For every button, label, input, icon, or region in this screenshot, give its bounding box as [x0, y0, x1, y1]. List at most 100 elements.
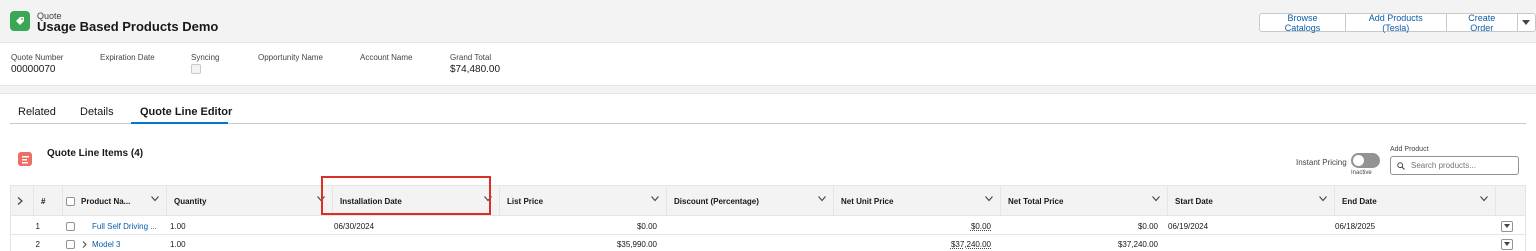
search-icon — [1397, 162, 1405, 170]
column-header-list-price[interactable]: List Price — [500, 186, 667, 216]
column-header-end-date-label: End Date — [1342, 196, 1377, 206]
quote-lines-grid: # Product Na... Quantity Installation Da… — [10, 185, 1526, 251]
quote-lines-icon — [18, 152, 32, 166]
column-header-quantity-label: Quantity — [174, 196, 207, 206]
row-actions-button[interactable] — [1501, 221, 1513, 232]
add-products-tesla-button[interactable]: Add Products (Tesla) — [1344, 13, 1447, 33]
record-tabs: Related Details Quote Line Editor — [10, 94, 1526, 124]
row-net-unit-price[interactable]: $37,240.00 — [834, 235, 991, 251]
column-header-net-total-price-label: Net Total Price — [1008, 196, 1064, 206]
row-number: 2 — [35, 239, 40, 249]
quote-icon — [10, 11, 30, 31]
chevron-down-icon[interactable] — [818, 196, 826, 202]
column-header-start-date[interactable]: Start Date — [1168, 186, 1335, 216]
row-select-cell — [66, 217, 77, 235]
row-select-checkbox[interactable] — [66, 221, 75, 231]
field-label-account-name: Account Name — [360, 53, 413, 62]
record-header: Quote Usage Based Products Demo Browse C… — [0, 0, 1536, 86]
row-net-total-price: $37,240.00 — [1117, 239, 1158, 249]
chevron-down-icon[interactable] — [151, 196, 159, 202]
row-expand-toggle[interactable] — [82, 235, 90, 251]
tab-quote-line-editor[interactable]: Quote Line Editor — [140, 106, 232, 118]
browse-catalogs-button[interactable]: Browse Catalogs — [1259, 13, 1346, 33]
instant-pricing-toggle[interactable] — [1351, 153, 1380, 168]
row-select-checkbox[interactable] — [66, 239, 75, 249]
chevron-right-icon — [82, 240, 87, 248]
row-list-price: $0.00 — [636, 221, 657, 231]
field-label-opportunity-name: Opportunity Name — [258, 53, 323, 62]
table-row: 2 Model 3 1.00 $35,990.00 $37,240.00 $37… — [11, 235, 1525, 251]
column-header-net-unit-price[interactable]: Net Unit Price — [834, 186, 1001, 216]
row-actions-button[interactable] — [1501, 239, 1513, 250]
row-quantity[interactable]: 1.00 — [170, 217, 330, 235]
row-quantity[interactable]: 1.00 — [170, 235, 330, 251]
chevron-down-icon[interactable] — [1480, 196, 1488, 202]
tab-details[interactable]: Details — [80, 106, 114, 118]
column-header-installation-date[interactable]: Installation Date — [333, 186, 500, 216]
column-header-start-date-label: Start Date — [1175, 196, 1213, 206]
row-list-price: $35,990.00 — [616, 239, 657, 249]
toggle-knob — [1353, 155, 1364, 166]
field-label-expiration-date: Expiration Date — [100, 53, 155, 62]
instant-pricing-label: Instant Pricing — [1296, 158, 1347, 167]
instant-pricing-state: Inactive — [1351, 170, 1372, 176]
field-value-grand-total: $74,480.00 — [450, 64, 501, 75]
row-installation-date[interactable] — [334, 235, 494, 251]
row-net-total-price: $0.00 — [1137, 221, 1158, 231]
expand-all-column[interactable] — [11, 186, 34, 216]
header-action-group: Browse Catalogs Add Products (Tesla) Cre… — [1259, 13, 1536, 33]
column-header-list-price-label: List Price — [507, 196, 544, 206]
chevron-down-icon — [1504, 224, 1510, 228]
chevron-down-icon[interactable] — [317, 196, 325, 202]
field-label-quote-number: Quote Number — [11, 53, 64, 62]
row-net-unit-price[interactable]: $0.00 — [834, 217, 991, 235]
column-header-quantity[interactable]: Quantity — [167, 186, 333, 216]
field-value-quote-number: 00000070 — [11, 64, 56, 75]
column-header-discount[interactable]: Discount (Percentage) — [667, 186, 834, 216]
column-header-discount-label: Discount (Percentage) — [674, 196, 759, 206]
row-end-date[interactable] — [1335, 235, 1495, 251]
column-header-product-name-label: Product Na... — [81, 196, 131, 206]
column-header-net-unit-price-label: Net Unit Price — [841, 196, 894, 206]
quote-line-editor-card: Related Details Quote Line Editor Quote … — [0, 93, 1536, 251]
field-label-grand-total: Grand Total — [450, 53, 492, 62]
column-header-number: # — [34, 186, 63, 216]
row-product-link[interactable]: Full Self Driving ... — [92, 217, 167, 235]
product-search-input[interactable] — [1411, 159, 1515, 172]
row-discount[interactable] — [670, 217, 830, 235]
chevron-down-icon — [1504, 242, 1510, 246]
more-actions-button[interactable] — [1516, 13, 1536, 32]
tab-related[interactable]: Related — [18, 106, 56, 118]
header-highlights-bar: Quote Usage Based Products Demo Browse C… — [0, 0, 1536, 43]
row-start-date[interactable] — [1168, 235, 1328, 251]
chevron-down-icon[interactable] — [484, 196, 492, 202]
active-tab-indicator — [131, 122, 228, 124]
add-product-label: Add Product — [1390, 146, 1429, 153]
column-header-installation-date-label: Installation Date — [340, 196, 402, 206]
column-header-net-total-price[interactable]: Net Total Price — [1001, 186, 1168, 216]
chevron-down-icon[interactable] — [985, 196, 993, 202]
column-header-product-name[interactable]: Product Na... — [63, 186, 167, 216]
row-product-link[interactable]: Model 3 — [92, 235, 167, 251]
row-number: 1 — [35, 221, 40, 231]
chevron-right-icon — [17, 197, 23, 205]
column-header-actions — [1496, 186, 1525, 216]
row-select-cell — [66, 235, 77, 251]
chevron-down-icon[interactable] — [1319, 196, 1327, 202]
product-search-box — [1390, 156, 1519, 175]
record-title: Usage Based Products Demo — [37, 19, 219, 34]
select-all-checkbox[interactable] — [66, 196, 75, 206]
grid-header: # Product Na... Quantity Installation Da… — [11, 186, 1525, 216]
chevron-down-icon[interactable] — [651, 196, 659, 202]
row-start-date[interactable]: 06/19/2024 — [1168, 217, 1328, 235]
row-end-date[interactable]: 06/18/2025 — [1335, 217, 1495, 235]
syncing-checkbox — [191, 64, 201, 74]
table-row: 1 Full Self Driving ... 1.00 06/30/2024 … — [11, 217, 1525, 235]
quote-lines-title: Quote Line Items (4) — [47, 148, 144, 159]
row-installation-date[interactable]: 06/30/2024 — [334, 217, 494, 235]
column-header-end-date[interactable]: End Date — [1335, 186, 1496, 216]
chevron-down-icon — [1522, 19, 1531, 25]
row-discount[interactable] — [670, 235, 830, 251]
create-order-button[interactable]: Create Order — [1445, 13, 1518, 33]
chevron-down-icon[interactable] — [1152, 196, 1160, 202]
